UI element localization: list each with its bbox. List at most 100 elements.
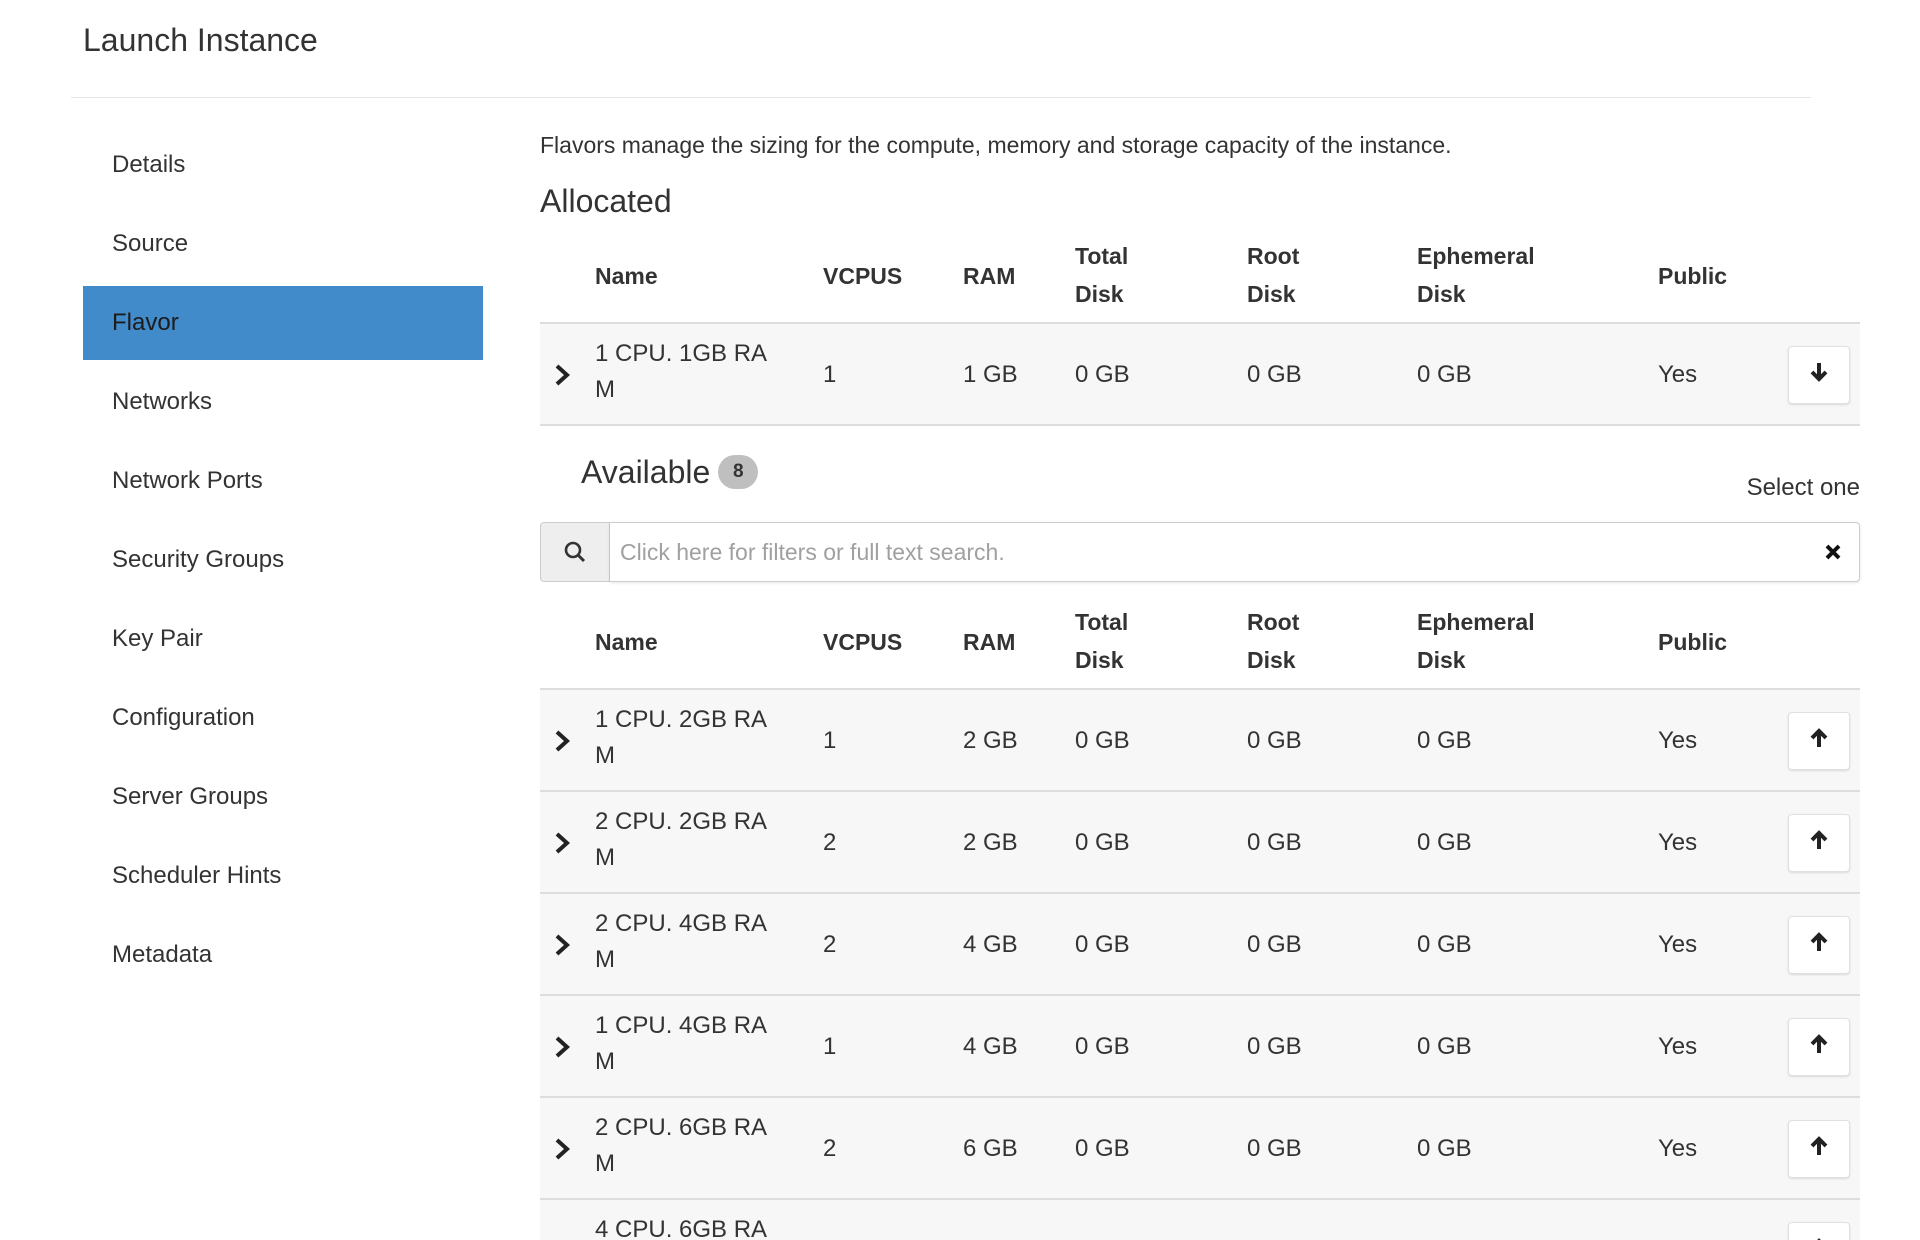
select-hint: Select one [1746,474,1860,501]
col-public[interactable]: Public [1658,623,1727,661]
col-vcpus[interactable]: VCPUS [823,623,902,661]
row-name: 1 CPU. 2GB RA M [595,702,805,774]
row-name: 2 CPU. 4GB RA M [595,906,805,978]
allocate-button[interactable] [1788,814,1850,872]
col-total-disk[interactable]: Total Disk [1075,237,1255,313]
sidebar-item-configuration[interactable]: Configuration [83,681,483,755]
allocate-button[interactable] [1788,916,1850,974]
col-public[interactable]: Public [1658,257,1727,295]
chevron-right-icon[interactable] [552,360,574,390]
table-row: 1 CPU. 4GB RA M 1 4 GB 0 GB 0 GB 0 GB Yes [540,996,1860,1098]
row-ephemeral-disk: 0 GB [1417,931,1472,958]
col-root-disk-line2: Disk [1247,647,1296,673]
row-root-disk: 0 GB [1247,829,1302,856]
row-ram: 2 GB [963,829,1018,856]
arrow-up-icon [1809,1033,1829,1062]
row-name-line2: M [595,946,615,973]
available-rows: 1 CPU. 2GB RA M 1 2 GB 0 GB 0 GB 0 GB Yes 2 CPU.… [540,690,1860,1240]
table-row: 4 CPU. 6GB RAM [540,1200,1860,1240]
close-icon[interactable] [1818,537,1848,567]
col-ram[interactable]: RAM [963,257,1015,295]
col-total-disk[interactable]: Total Disk [1075,603,1255,679]
chevron-right-icon[interactable] [552,726,574,756]
sidebar-item-security-groups[interactable]: Security Groups [83,523,483,597]
col-ephemeral-disk[interactable]: Ephemeral Disk [1417,237,1597,313]
arrow-up-icon [1809,1135,1829,1164]
arrow-up-icon [1809,1237,1829,1240]
allocate-button[interactable] [1788,1222,1850,1240]
row-name-line1: 2 CPU. 2GB RA [595,808,768,835]
allocate-button[interactable] [1788,1120,1850,1178]
row-ram: 4 GB [963,1033,1018,1060]
flavor-panel: Flavors manage the sizing for the comput… [540,128,1860,1240]
row-total-disk: 0 GB [1075,1033,1130,1060]
table-row: 2 CPU. 4GB RA M 2 4 GB 0 GB 0 GB 0 GB Yes [540,894,1860,996]
col-root-disk[interactable]: Root Disk [1247,237,1427,313]
row-name-line1: 1 CPU. 1GB RA [595,340,768,367]
sidebar-item-networks[interactable]: Networks [83,365,483,439]
sidebar-item-scheduler-hints[interactable]: Scheduler Hints [83,839,483,913]
allocate-button[interactable] [1788,712,1850,770]
row-public: Yes [1658,1135,1698,1162]
row-ephemeral-disk: 0 GB [1417,727,1472,754]
chevron-right-icon[interactable] [552,930,574,960]
sidebar-item-key-pair[interactable]: Key Pair [83,602,483,676]
col-total-disk-line2: Disk [1075,647,1124,673]
sidebar-item-server-groups[interactable]: Server Groups [83,760,483,834]
row-name: 2 CPU. 6GB RA M [595,1110,805,1182]
sidebar-item-flavor[interactable]: Flavor [83,286,483,360]
row-total-disk: 0 GB [1075,829,1130,856]
col-total-disk-line1: Total [1075,609,1129,635]
col-vcpus[interactable]: VCPUS [823,257,902,295]
chevron-right-icon[interactable] [552,1032,574,1062]
col-root-disk[interactable]: Root Disk [1247,603,1427,679]
sidebar-item-details[interactable]: Details [83,128,483,202]
chevron-right-icon[interactable] [552,828,574,858]
row-ephemeral-disk: 0 GB [1417,829,1472,856]
col-ephemeral-disk-line1: Ephemeral [1417,243,1535,269]
row-root-disk: 0 GB [1247,361,1302,388]
row-public: Yes [1658,361,1698,388]
row-ephemeral-disk: 0 GB [1417,361,1472,388]
col-name[interactable]: Name [595,623,658,661]
row-total-disk: 0 GB [1075,1135,1130,1162]
col-ram[interactable]: RAM [963,623,1015,661]
row-root-disk: 0 GB [1247,727,1302,754]
col-root-disk-line1: Root [1247,609,1300,635]
search-input[interactable] [610,522,1860,582]
sidebar-item-network-ports[interactable]: Network Ports [83,444,483,518]
chevron-right-icon[interactable] [552,1236,574,1240]
sidebar-item-source[interactable]: Source [83,207,483,281]
row-ram: 4 GB [963,931,1018,958]
available-table: Name VCPUS RAM Total Disk Root Disk Epheme… [540,594,1860,1240]
row-public: Yes [1658,1033,1698,1060]
row-ram: 6 GB [963,1135,1018,1162]
allocate-button[interactable] [1788,1018,1850,1076]
row-total-disk: 0 GB [1075,361,1130,388]
available-title-text: Available [581,454,711,490]
row-ram: 2 GB [963,727,1018,754]
deallocate-button[interactable] [1788,346,1850,404]
available-title: Available 8 [581,454,759,492]
chevron-right-icon[interactable] [552,1134,574,1164]
row-name-line1: 1 CPU. 4GB RA [595,1012,768,1039]
table-header: Name VCPUS RAM Total Disk Root Disk Epheme… [540,594,1860,690]
row-root-disk: 0 GB [1247,931,1302,958]
row-name: 1 CPU. 4GB RA M [595,1008,805,1080]
row-ram: 1 GB [963,361,1018,388]
available-header: Available 8 Select one [540,426,1860,522]
table-row: 2 CPU. 2GB RA M 2 2 GB 0 GB 0 GB 0 GB Yes [540,792,1860,894]
row-name: 4 CPU. 6GB RAM [595,1212,805,1240]
row-name-line2: M [595,1048,615,1075]
row-total-disk: 0 GB [1075,931,1130,958]
table-row: 2 CPU. 6GB RA M 2 6 GB 0 GB 0 GB 0 GB Yes [540,1098,1860,1200]
launch-instance-modal: Launch Instance Details Source Flavor Ne… [0,0,1920,1240]
sidebar-item-metadata[interactable]: Metadata [83,918,483,992]
col-ephemeral-disk[interactable]: Ephemeral Disk [1417,603,1597,679]
search-icon [540,522,610,582]
col-ephemeral-disk-line2: Disk [1417,647,1466,673]
allocated-table: Name VCPUS RAM Total Disk Root Disk Epheme… [540,228,1860,426]
row-vcpus: 1 [823,727,837,754]
row-total-disk: 0 GB [1075,727,1130,754]
col-name[interactable]: Name [595,257,658,295]
